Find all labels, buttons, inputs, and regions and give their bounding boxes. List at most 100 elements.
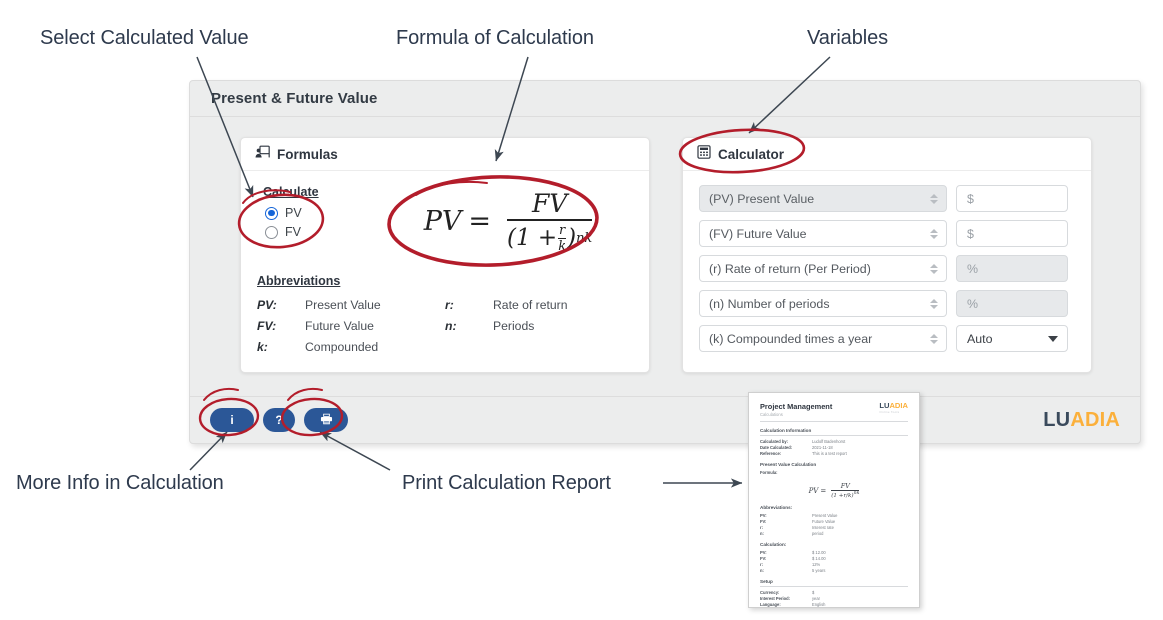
report-setup-value: English bbox=[812, 602, 826, 608]
abbreviation-value: Future Value bbox=[305, 318, 374, 333]
screenshot-stage: Select Calculated Value Formula of Calcu… bbox=[0, 0, 1163, 620]
formulas-card: Formulas Calculate PV FV PV = FV (1 + r … bbox=[240, 137, 650, 373]
calculator-input-pv[interactable]: $ bbox=[956, 185, 1068, 212]
report-formula-den: (1 +r/k)nk bbox=[831, 491, 860, 500]
report-abbr-key: n: bbox=[760, 531, 764, 537]
calculator-variable-select-rate[interactable]: (r) Rate of return (Per Period) bbox=[699, 255, 947, 282]
report-info-value: This is a test report bbox=[812, 451, 847, 456]
calculator-input-placeholder: % bbox=[967, 261, 979, 276]
calculator-input-placeholder: $ bbox=[967, 226, 974, 241]
report-brand-part2: ADIA bbox=[889, 401, 908, 410]
calculator-variable-label: (PV) Present Value bbox=[709, 191, 815, 206]
calculator-variable-label: (k) Compounded times a year bbox=[709, 331, 873, 346]
report-section-calculation-title: Present Value Calculation bbox=[760, 462, 817, 467]
report-formula-label: Formula: bbox=[760, 470, 908, 476]
calculator-row-periods: (n) Number of periods % bbox=[699, 290, 1075, 317]
report-formula-lhs: PV bbox=[808, 486, 819, 495]
formulas-card-header: Formulas bbox=[241, 138, 649, 171]
more-info-button[interactable]: i bbox=[210, 408, 254, 432]
report-title: Project Management bbox=[760, 402, 833, 411]
calculator-card: Calculator (PV) Present Value $ (FV) Fut… bbox=[682, 137, 1092, 373]
report-brand-part1: LU bbox=[879, 401, 890, 410]
brand-logo-part1: LU bbox=[1043, 408, 1071, 431]
calculator-row-rate: (r) Rate of return (Per Period) % bbox=[699, 255, 1075, 282]
page-title: Present & Future Value bbox=[211, 90, 378, 107]
abbreviation-value: Present Value bbox=[305, 297, 381, 312]
brand-logo-part2: ADIA bbox=[1070, 408, 1120, 431]
calculator-variable-label: (r) Rate of return (Per Period) bbox=[709, 261, 871, 276]
report-calc-row: n: 5 years bbox=[760, 568, 908, 574]
calculator-input-fv[interactable]: $ bbox=[956, 220, 1068, 247]
abbreviation-key: FV: bbox=[257, 318, 277, 333]
report-formula-den-num: r bbox=[843, 493, 847, 500]
calculator-input-placeholder: $ bbox=[967, 191, 974, 206]
calculator-row-compounded: (k) Compounded times a year Auto bbox=[699, 325, 1075, 352]
report-header: Project Management Calculations LUADIA O… bbox=[760, 402, 908, 418]
abbreviation-row: r: Rate of return bbox=[445, 295, 633, 316]
abbreviation-row: FV: Future Value bbox=[257, 316, 445, 337]
report-header-right: LUADIA Online Tools bbox=[879, 402, 908, 415]
stepper-icon[interactable] bbox=[930, 228, 938, 239]
printer-icon bbox=[320, 413, 333, 428]
stepper-icon[interactable] bbox=[930, 193, 938, 204]
help-button[interactable]: ? bbox=[263, 408, 295, 432]
abbreviation-value: Rate of return bbox=[493, 297, 568, 312]
print-report-button[interactable] bbox=[304, 408, 348, 432]
equation-rk-den: k bbox=[558, 238, 567, 254]
report-abbr-value: period bbox=[812, 531, 824, 537]
abbreviations-section: Abbreviations PV: Present Value FV: Futu… bbox=[257, 274, 633, 358]
chalkboard-user-icon bbox=[255, 145, 270, 164]
abbreviation-value: Compounded bbox=[305, 339, 379, 354]
abbreviations-col-right: r: Rate of return n: Periods bbox=[445, 295, 633, 358]
report-formula: PV = FV (1 +r/k)nk bbox=[808, 482, 860, 500]
report-setup-row: Language: English bbox=[760, 602, 908, 608]
calculator-input-periods[interactable]: % bbox=[956, 290, 1068, 317]
abbreviation-key: r: bbox=[445, 297, 454, 312]
calculator-card-body: (PV) Present Value $ (FV) Future Value $… bbox=[683, 171, 1091, 376]
equation-equals: = bbox=[468, 205, 491, 237]
report-formula-exp: nk bbox=[853, 491, 860, 497]
equation-numerator: FV bbox=[531, 189, 568, 218]
abbreviation-row: n: Periods bbox=[445, 316, 633, 337]
stepper-icon[interactable] bbox=[930, 298, 938, 309]
stepper-icon[interactable] bbox=[930, 263, 938, 274]
formula-display: PV = FV (1 + r k) nk bbox=[383, 185, 633, 254]
equation-fraction: FV (1 + r k ) nk bbox=[506, 189, 593, 254]
report-brand: LUADIA bbox=[879, 402, 908, 410]
calculator-icon bbox=[697, 144, 711, 164]
calculator-select-compounded[interactable]: Auto bbox=[956, 325, 1068, 352]
radio-option-pv[interactable]: PV bbox=[265, 206, 383, 220]
report-calc-key: n: bbox=[760, 568, 764, 574]
calculator-variable-select-fv[interactable]: (FV) Future Value bbox=[699, 220, 947, 247]
calculator-row-fv: (FV) Future Value $ bbox=[699, 220, 1075, 247]
report-divider bbox=[760, 421, 908, 422]
app-window: Present & Future Value Formulas Calculat… bbox=[189, 80, 1141, 444]
radio-option-fv[interactable]: FV bbox=[265, 225, 383, 239]
chevron-down-icon[interactable] bbox=[1048, 335, 1058, 342]
annotation-formula-of-calculation: Formula of Calculation bbox=[396, 27, 594, 49]
report-brand-tagline: Online Tools bbox=[879, 410, 900, 414]
annotation-select-calculated-value: Select Calculated Value bbox=[40, 27, 249, 49]
annotation-variables: Variables bbox=[807, 27, 888, 49]
radio-pv-indicator[interactable] bbox=[265, 206, 278, 220]
abbreviation-value: Periods bbox=[493, 318, 535, 333]
calculator-variable-select-pv[interactable]: (PV) Present Value bbox=[699, 185, 947, 212]
report-abbr-row: n: period bbox=[760, 531, 908, 537]
annotation-more-info-in-calculation: More Info in Calculation bbox=[16, 472, 224, 494]
calculator-variable-label: (n) Number of periods bbox=[709, 296, 830, 311]
calculator-input-rate[interactable]: % bbox=[956, 255, 1068, 282]
report-section-setup: Setup bbox=[760, 579, 908, 588]
report-calc-value: 5 years bbox=[812, 568, 826, 574]
question-icon: ? bbox=[275, 413, 283, 427]
equation: PV = FV (1 + r k) nk bbox=[424, 189, 593, 254]
report-formula-den-open: (1 + bbox=[831, 493, 844, 500]
formulas-card-body: Calculate PV FV PV = FV (1 + r k) nk Ab… bbox=[241, 171, 649, 374]
radio-fv-indicator[interactable] bbox=[265, 225, 278, 239]
report-formula-fraction: FV (1 +r/k)nk bbox=[831, 482, 860, 500]
abbreviation-key: PV: bbox=[257, 297, 277, 312]
calculator-variable-select-periods[interactable]: (n) Number of periods bbox=[699, 290, 947, 317]
calculator-variable-select-compounded[interactable]: (k) Compounded times a year bbox=[699, 325, 947, 352]
report-formula-label-text: Formula: bbox=[760, 470, 778, 475]
stepper-icon[interactable] bbox=[930, 333, 938, 344]
equation-denominator: (1 + r k ) nk bbox=[507, 221, 592, 254]
